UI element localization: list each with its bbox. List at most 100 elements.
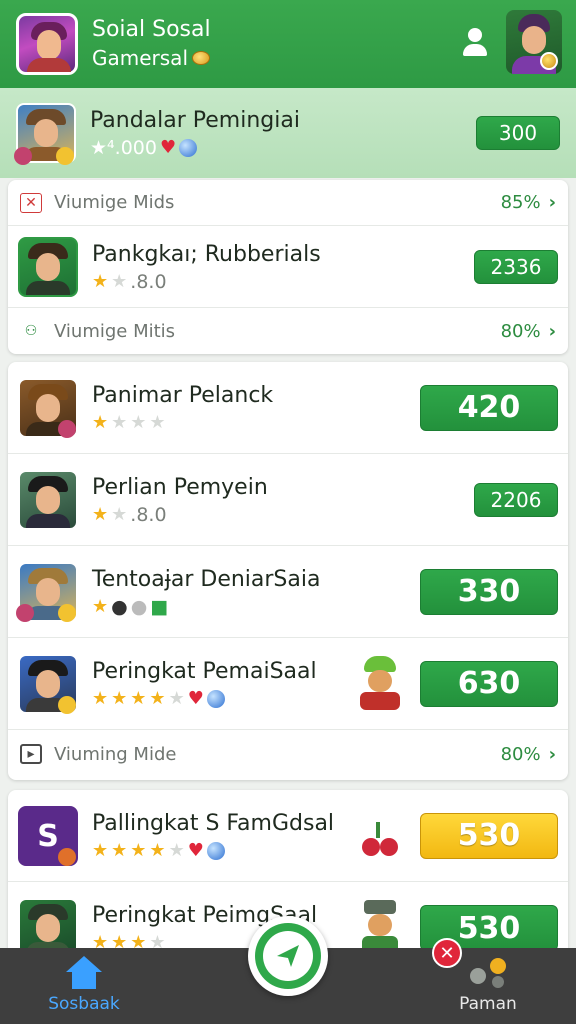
section-percent: 85% (500, 192, 541, 213)
list-item[interactable]: Tentoaɉar DeniarSaia ★ ● ● ■ 330 (8, 546, 568, 638)
gem-icon (206, 841, 225, 860)
send-icon (277, 945, 299, 967)
gem-icon (206, 689, 225, 708)
card-section-2: Panimar Pelanck ★ ★ ★ ★ 420 Perlian Pemy… (8, 362, 568, 780)
player-avatar (18, 377, 78, 438)
section-header-1[interactable]: ✕ Viumige Mids 85% › (8, 180, 568, 226)
player-name: Pankgkaı; Rubberials (92, 241, 321, 267)
app-header: Soial Sosal Gamersal (0, 0, 576, 88)
heart-icon: ♥ (187, 839, 204, 861)
chevron-right-icon: › (548, 320, 556, 342)
star-icon: ★ (92, 411, 109, 433)
character-figure-icon (356, 655, 404, 712)
section-percent: 80% (500, 743, 541, 765)
star-icon: ★ (149, 839, 166, 861)
flower-icon (14, 147, 32, 165)
star-icon: ★ (130, 839, 147, 861)
player-score-button[interactable]: 330 (420, 568, 558, 615)
play-icon: ▸ (20, 744, 42, 764)
send-fab-button[interactable] (248, 916, 328, 996)
gem-icon (179, 139, 198, 157)
player-name: Peringkat PemaiSaal (92, 658, 317, 684)
list-item[interactable]: Peringkat PemaiSaal ★ ★ ★ ★ ★ ♥ 630 (8, 638, 568, 730)
chevron-right-icon: › (548, 743, 556, 765)
player-name: Pallingkat S FamGdsal (92, 810, 335, 836)
flower-icon (16, 603, 34, 622)
user-icon[interactable] (460, 26, 490, 58)
friend-avatar[interactable] (506, 10, 562, 74)
star-icon: ★ (92, 839, 109, 861)
nav-home-label: Sosbaak (48, 994, 120, 1014)
heart-icon: ♥ (159, 137, 177, 158)
player-avatar: S (18, 805, 78, 866)
fire-icon (58, 847, 76, 866)
player-rating: .8.0 (130, 270, 167, 293)
coin-icon (192, 51, 210, 65)
player-name: Perlian Pemyein (92, 474, 268, 500)
home-icon (66, 956, 102, 990)
star-empty-icon: ★ (111, 503, 128, 525)
player-avatar (18, 469, 78, 530)
coin-icon (56, 147, 74, 165)
featured-avatar (14, 103, 76, 165)
player-name: Peringkat PeimgSaal (92, 903, 318, 928)
app-title-line2: Gamersal (92, 46, 188, 70)
star-icon: ★ (111, 839, 128, 861)
star-empty-icon: ★ (111, 270, 128, 292)
section-header-2[interactable]: ⚇ Viumige Mitis 80% › (8, 308, 568, 354)
app-title-block: Soial Sosal Gamersal (92, 16, 211, 72)
section-header-3[interactable]: ▸ Viuming Mide 80% › (8, 730, 568, 778)
player-name: Panimar Pelanck (92, 382, 274, 408)
coin-icon (58, 695, 76, 714)
player-score-button[interactable]: 630 (420, 660, 558, 707)
player-avatar (18, 653, 78, 714)
profile-avatar[interactable] (16, 13, 78, 75)
featured-rating: ★⁴.000 (90, 137, 157, 159)
section-label: Viumige Mitis (54, 320, 176, 342)
heart-icon: ♥ (187, 687, 204, 709)
player-score-button[interactable]: 530 (420, 812, 558, 859)
card-section-1: ✕ Viumige Mids 85% › Pankgkaı; Rubberial… (8, 180, 568, 354)
star-empty-icon: ★ (111, 411, 128, 433)
star-icon: ★ (92, 595, 109, 617)
section-label: Viumige Mids (54, 192, 175, 213)
section-percent: 80% (500, 320, 541, 342)
section-label: Viuming Mide (54, 743, 177, 765)
cash-icon: ■ (150, 595, 169, 618)
close-icon: ✕ (20, 192, 42, 213)
ball-icon: ● (111, 595, 128, 618)
nav-home-button[interactable]: Sosbaak (36, 956, 132, 1014)
list-item[interactable]: Pankgkaı; Rubberials ★ ★ .8.0 2336 (8, 226, 568, 308)
coin-badge-icon (540, 52, 558, 70)
app-title-line1: Soial Sosal (92, 17, 211, 42)
star-empty-icon: ★ (149, 411, 166, 433)
star-empty-icon: ★ (130, 411, 147, 433)
group-icon: ⚇ (24, 323, 38, 339)
share-icon (466, 954, 510, 990)
featured-name: Pandalar Pemingiai (90, 108, 300, 133)
player-score-button[interactable]: 420 (420, 384, 558, 431)
star-icon: ★ (111, 687, 128, 709)
featured-row[interactable]: Pandalar Pemingiai ★⁴.000 ♥ 300 (0, 88, 576, 178)
player-name: Tentoaɉar DeniarSaia (92, 566, 321, 592)
cherries-icon (356, 808, 404, 864)
featured-score-button[interactable]: 300 (476, 116, 560, 150)
star-icon: ★ (149, 687, 166, 709)
list-item[interactable]: S Pallingkat S FamGdsal ★ ★ ★ ★ ★ ♥ 530 (8, 790, 568, 882)
star-icon: ★ (92, 270, 109, 292)
star-icon: ★ (92, 503, 109, 525)
s-logo-icon: S (37, 818, 59, 854)
player-avatar (18, 236, 78, 297)
close-badge-icon[interactable]: ✕ (432, 938, 462, 968)
list-item[interactable]: Perlian Pemyein ★ ★ .8.0 2206 (8, 454, 568, 546)
nav-share-label: Paman (459, 994, 517, 1014)
app-title-line2-wrap: Gamersal (92, 44, 211, 72)
player-score-button[interactable]: 2206 (474, 482, 558, 517)
player-score-button[interactable]: 2336 (474, 249, 558, 284)
star-icon: ★ (130, 687, 147, 709)
player-avatar (16, 561, 78, 622)
list-item[interactable]: Panimar Pelanck ★ ★ ★ ★ 420 (8, 362, 568, 454)
coin-icon (58, 603, 76, 622)
star-empty-icon: ★ (168, 839, 185, 861)
ball-icon: ● (130, 595, 148, 618)
